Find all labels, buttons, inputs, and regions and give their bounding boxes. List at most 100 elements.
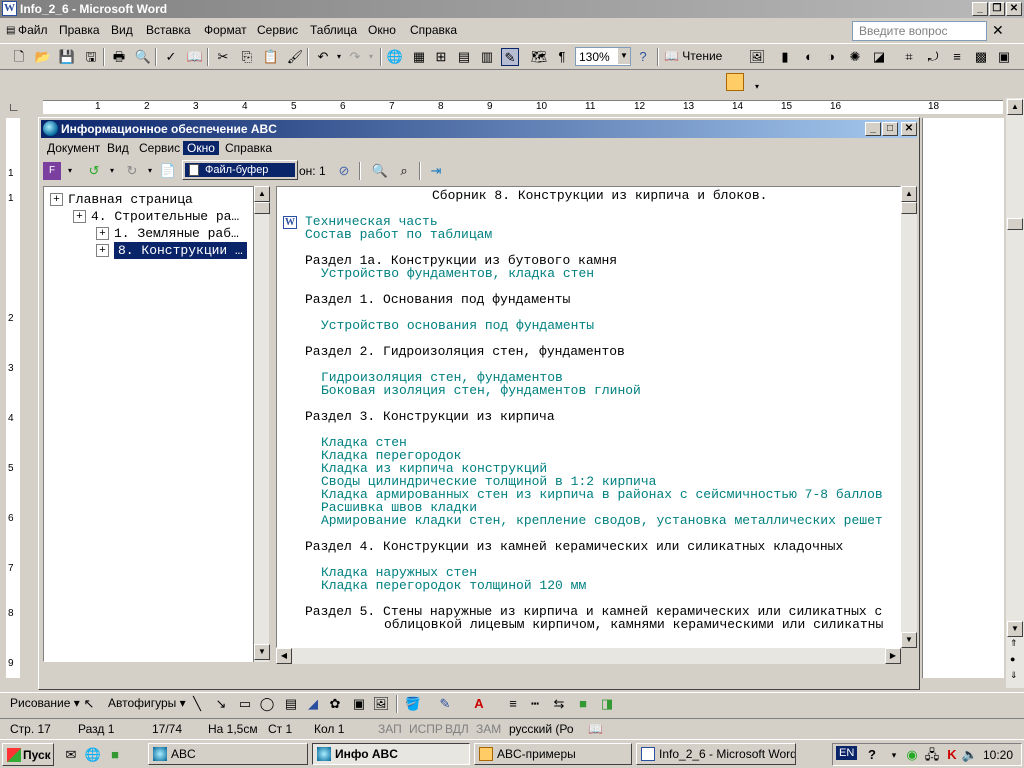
menu-table[interactable]: Таблица bbox=[310, 23, 357, 37]
tb-tool-2-icon[interactable]: ◐ bbox=[800, 48, 818, 66]
abc-find-text-icon[interactable]: ⌕ bbox=[395, 162, 413, 180]
print-preview-icon[interactable]: 🔍 bbox=[134, 48, 152, 66]
compress-icon[interactable]: ▩ bbox=[972, 48, 990, 66]
tree-scroll-down-icon[interactable]: ▼ bbox=[254, 644, 270, 660]
menu-edit[interactable]: Правка bbox=[59, 23, 100, 37]
tree-expand-icon[interactable]: + bbox=[96, 227, 109, 240]
tab-selector-icon[interactable]: ∟ bbox=[8, 100, 20, 114]
line-icon[interactable]: ╲ bbox=[188, 695, 206, 713]
tree-scroll-thumb[interactable] bbox=[254, 202, 270, 214]
document-map-icon[interactable]: 🗺 bbox=[530, 48, 548, 66]
insert-excel-icon[interactable]: ▤ bbox=[455, 48, 473, 66]
abc-logo-dropdown-icon[interactable]: ▾ bbox=[61, 162, 79, 180]
toolbar-options-icon[interactable]: ▾ bbox=[748, 78, 766, 96]
line-style-draw-icon[interactable]: ≡ bbox=[504, 695, 522, 713]
next-page-icon[interactable]: ⇓ bbox=[1010, 670, 1018, 681]
word-doc-icon[interactable]: W bbox=[283, 216, 297, 229]
tray-help-icon[interactable]: ? bbox=[863, 746, 881, 764]
minimize-button[interactable]: _ bbox=[972, 2, 988, 16]
close-button[interactable]: ✕ bbox=[1006, 2, 1022, 16]
quicklaunch-3-icon[interactable]: ■ bbox=[106, 746, 124, 764]
arrow-icon[interactable]: ↘ bbox=[212, 695, 230, 713]
status-ext[interactable]: ВДЛ bbox=[445, 722, 469, 736]
restore-button[interactable]: ❐ bbox=[989, 2, 1005, 16]
spelling-status-icon[interactable]: 📖 bbox=[588, 722, 603, 736]
arrow-style-icon[interactable]: ⇆ bbox=[550, 695, 568, 713]
font-color-icon[interactable]: A bbox=[470, 695, 488, 713]
word-app-icon[interactable]: W bbox=[2, 1, 17, 16]
content-scroll-up-icon[interactable]: ▲ bbox=[901, 186, 917, 202]
tray-antivirus-icon[interactable]: K bbox=[943, 746, 961, 764]
copy-icon[interactable]: ⎘ bbox=[238, 48, 256, 66]
section-link[interactable]: Кладка перегородок толщиной 120 мм bbox=[321, 579, 586, 592]
save-icon[interactable]: 💾 bbox=[58, 48, 76, 66]
scroll-up-icon[interactable]: ▲ bbox=[1007, 99, 1023, 115]
back-dropdown-icon[interactable]: ▾ bbox=[103, 162, 121, 180]
dash-style-icon[interactable]: ┅ bbox=[526, 695, 544, 713]
abc-menu-window[interactable]: Окно bbox=[183, 141, 219, 155]
tb-tool-5-icon[interactable]: ◪ bbox=[870, 48, 888, 66]
task-abc-examples[interactable]: ABC-примеры bbox=[474, 743, 632, 765]
document-nav-icon[interactable]: 📄 bbox=[159, 162, 177, 180]
tb-tool-4-icon[interactable]: ✺ bbox=[846, 48, 864, 66]
menu-format[interactable]: Формат bbox=[204, 23, 247, 37]
abc-menu-document[interactable]: Документ bbox=[43, 141, 104, 155]
crop-icon[interactable]: ⌗ bbox=[900, 48, 918, 66]
menu-help[interactable]: Справка bbox=[410, 23, 457, 37]
section-link[interactable]: Армирование кладки стен, крепление сводо… bbox=[321, 514, 883, 527]
doc-menu-icon[interactable]: ▤ bbox=[6, 25, 15, 36]
quicklaunch-2-icon[interactable]: 🌐 bbox=[84, 746, 102, 764]
spelling-icon[interactable]: ✓ bbox=[162, 48, 180, 66]
document-icon[interactable] bbox=[726, 73, 744, 91]
abc-minimize-button[interactable]: _ bbox=[865, 122, 881, 136]
task-abc[interactable]: ABC bbox=[148, 743, 308, 765]
file-buffer-menu-item[interactable]: Файл-буфер bbox=[185, 163, 295, 177]
menu-tools[interactable]: Сервис bbox=[257, 23, 298, 37]
tb-tool-1-icon[interactable]: ▮ bbox=[776, 48, 794, 66]
hyperlink-icon[interactable]: 🌐 bbox=[386, 48, 404, 66]
abc-exit-icon[interactable]: ⇥ bbox=[427, 162, 445, 180]
oval-icon[interactable]: ◯ bbox=[258, 695, 276, 713]
word-vertical-scrollbar[interactable]: ▲ ▼ ⇑ ● ⇓ bbox=[1006, 98, 1024, 688]
scroll-thumb[interactable] bbox=[1007, 218, 1023, 230]
show-hide-icon[interactable]: ¶ bbox=[553, 48, 571, 66]
reading-layout-button[interactable]: 📖 Чтение bbox=[664, 49, 722, 63]
document-page[interactable] bbox=[922, 118, 1004, 678]
columns-icon[interactable]: ▥ bbox=[478, 48, 496, 66]
fill-color-icon[interactable]: 🪣 bbox=[404, 695, 422, 713]
forward-icon[interactable]: ↻ bbox=[123, 162, 141, 180]
abc-filter-icon[interactable]: ⊘ bbox=[335, 162, 353, 180]
content-scroll-thumb[interactable] bbox=[901, 202, 917, 214]
open-folder-icon[interactable]: 📂 bbox=[34, 48, 52, 66]
help-icon[interactable]: ? bbox=[634, 48, 652, 66]
section-link[interactable]: Боковая изоляция стен, фундаментов глино… bbox=[321, 384, 641, 397]
content-vertical-scrollbar[interactable]: ▲ ▼ bbox=[901, 186, 917, 648]
line-color-icon[interactable]: ✎ bbox=[436, 695, 454, 713]
redo-dropdown-icon[interactable]: ▾ bbox=[362, 48, 380, 66]
tray-volume-icon[interactable]: 🔈 bbox=[961, 746, 979, 764]
menu-file[interactable]: Файл bbox=[18, 23, 48, 37]
content-scroll-down-icon[interactable]: ▼ bbox=[901, 632, 917, 648]
rotate-icon[interactable]: ⤾ bbox=[924, 48, 942, 66]
textbox-icon[interactable]: ▤ bbox=[282, 695, 300, 713]
autoshapes-menu[interactable]: Автофигуры ▾ bbox=[108, 696, 186, 710]
zoom-dropdown-icon[interactable]: ▼ bbox=[618, 48, 630, 64]
3d-icon[interactable]: ◨ bbox=[598, 695, 616, 713]
help-search-input[interactable]: Введите вопрос bbox=[852, 21, 987, 41]
quicklaunch-1-icon[interactable]: ✉ bbox=[62, 746, 80, 764]
status-rec[interactable]: ЗАП bbox=[378, 722, 402, 736]
tables-borders-icon[interactable]: ▦ bbox=[410, 48, 428, 66]
menu-view[interactable]: Вид bbox=[111, 23, 133, 37]
abc-menu-service[interactable]: Сервис bbox=[135, 141, 184, 155]
new-document-icon[interactable]: 🗋 bbox=[10, 48, 28, 66]
wordart-icon[interactable]: ◢ bbox=[304, 695, 322, 713]
insert-table-icon[interactable]: ⊞ bbox=[432, 48, 450, 66]
forward-dropdown-icon[interactable]: ▾ bbox=[141, 162, 159, 180]
picture-icon[interactable]: 🖼 bbox=[372, 695, 390, 713]
scroll-down-icon[interactable]: ▼ bbox=[1007, 621, 1023, 637]
close-document-icon[interactable]: ✕ bbox=[992, 22, 1004, 39]
drawing-menu[interactable]: Рисование ▾ bbox=[10, 696, 80, 710]
content-scroll-left-icon[interactable]: ◀ bbox=[276, 648, 292, 664]
select-browse-object-icon[interactable]: ● bbox=[1010, 654, 1015, 664]
clipart-icon[interactable]: ▣ bbox=[350, 695, 368, 713]
